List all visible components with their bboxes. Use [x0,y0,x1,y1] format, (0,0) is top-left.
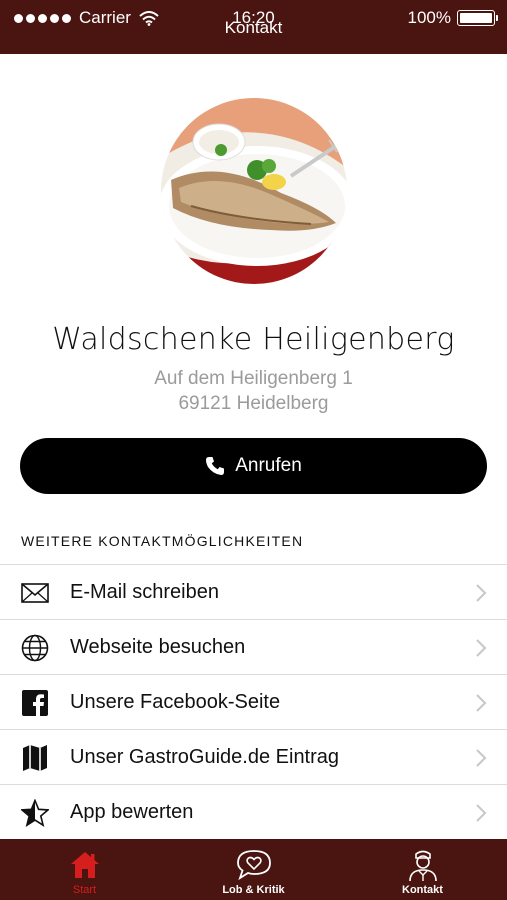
map-icon [20,743,50,773]
chevron-right-icon [476,694,487,712]
contact-option-facebook[interactable]: Unsere Facebook-Seite [0,674,507,729]
contact-option-rate-app[interactable]: App bewerten [0,784,507,839]
chevron-right-icon [476,584,487,602]
phone-icon [206,457,225,475]
top-bar: Carrier 16:20 Kontakt 100% [0,0,507,54]
tab-bar: Start Lob & Kritik Kontakt [0,839,507,900]
contact-option-label: Webseite besuchen [70,635,246,658]
contact-option-website[interactable]: Webseite besuchen [0,619,507,674]
battery-icon [457,10,498,26]
call-button[interactable]: Anrufen [20,438,487,494]
contact-options-list: E-Mail schreiben Webseite besuchen Unser… [0,564,507,839]
waiter-icon [405,848,441,882]
contact-option-gastroguide[interactable]: Unser GastroGuide.de Eintrag [0,729,507,784]
facebook-icon [20,688,50,718]
speech-heart-icon [236,848,272,882]
call-button-label: Anrufen [235,455,302,476]
tab-lob-kritik[interactable]: Lob & Kritik [169,839,338,900]
tab-label: Lob & Kritik [222,884,285,896]
contact-option-label: Unser GastroGuide.de Eintrag [70,745,340,768]
tab-start[interactable]: Start [0,839,169,900]
section-title: WEITERE KONTAKTMÖGLICHKEITEN [21,533,304,549]
restaurant-photo [161,98,347,284]
address-street: Auf dem Heiligenberg 1 [154,368,353,389]
contact-option-email[interactable]: E-Mail schreiben [0,564,507,619]
contact-option-label: E-Mail schreiben [70,580,219,603]
battery-percent: 100% [407,8,451,27]
chevron-right-icon [476,639,487,657]
address-city: 69121 Heidelberg [178,393,329,414]
contact-option-label: App bewerten [70,800,194,823]
tab-label: Kontakt [402,884,443,896]
globe-icon [20,633,50,663]
status-battery-group: 100% [407,8,498,28]
contact-option-label: Unsere Facebook-Seite [70,690,281,713]
restaurant-name: Waldschenke Heiligenberg [52,322,455,357]
tab-kontakt[interactable]: Kontakt [338,839,507,900]
mail-icon [20,578,50,608]
star-icon [20,798,50,828]
chevron-right-icon [476,804,487,822]
tab-label: Start [72,884,97,896]
home-icon [67,848,103,882]
chevron-right-icon [476,749,487,767]
